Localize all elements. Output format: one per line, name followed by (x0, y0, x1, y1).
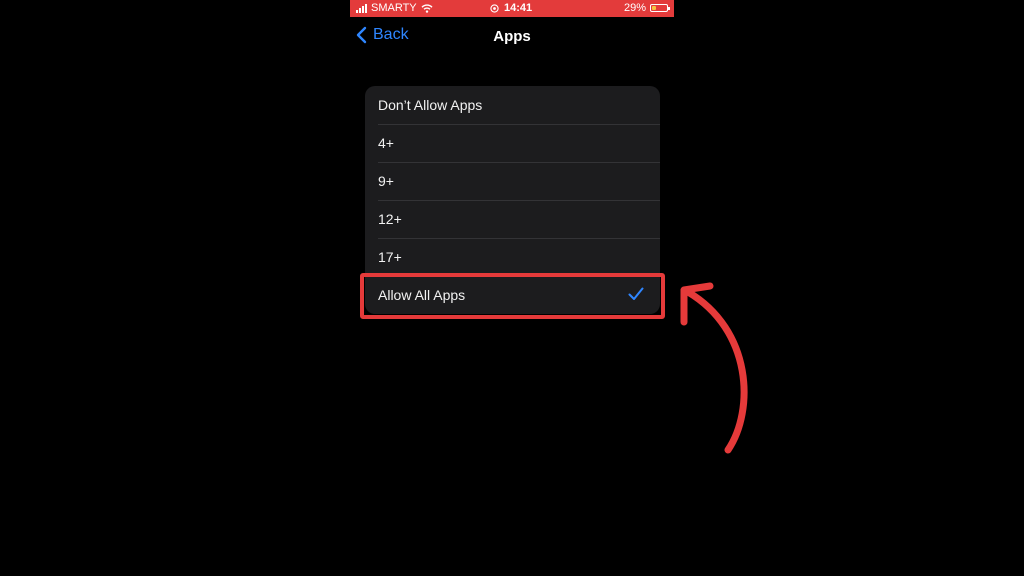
signal-icon (356, 3, 367, 13)
battery-fill (652, 6, 656, 10)
option-label: 4+ (378, 135, 394, 151)
battery-percent: 29% (623, 2, 646, 14)
option-dont-allow-apps[interactable]: Don’t Allow Apps (365, 86, 660, 124)
option-label: 17+ (378, 249, 402, 265)
page-title: Apps (493, 28, 531, 45)
status-left: SMARTY (356, 2, 433, 14)
chevron-left-icon (356, 26, 367, 44)
status-bar: SMARTY 14:41 29% (350, 0, 674, 17)
back-label: Back (373, 26, 409, 43)
screen: SMARTY 14:41 29% Back Apps Don’t Allow A… (0, 0, 1024, 576)
curved-arrow-icon (680, 282, 748, 454)
carrier-name: SMARTY (371, 2, 417, 14)
option-allow-all-apps[interactable]: Allow All Apps (365, 276, 660, 314)
orientation-lock-icon (490, 3, 499, 13)
checkmark-icon (628, 287, 644, 300)
wifi-icon (421, 3, 433, 13)
app-rating-list: Don’t Allow Apps 4+ 9+ 12+ 17+ Allow All… (365, 86, 660, 314)
option-17-plus[interactable]: 17+ (365, 238, 660, 276)
clock: 14:41 (504, 2, 533, 14)
status-right: 29% (623, 2, 670, 14)
option-label: Allow All Apps (378, 287, 466, 303)
option-label: 9+ (378, 173, 394, 189)
option-label: 12+ (378, 211, 402, 227)
back-button[interactable]: Back (356, 26, 409, 44)
option-12-plus[interactable]: 12+ (365, 200, 660, 238)
option-9-plus[interactable]: 9+ (365, 162, 660, 200)
option-label: Don’t Allow Apps (378, 97, 483, 113)
battery-icon (650, 4, 670, 12)
option-4-plus[interactable]: 4+ (365, 124, 660, 162)
status-center: 14:41 (490, 2, 532, 14)
